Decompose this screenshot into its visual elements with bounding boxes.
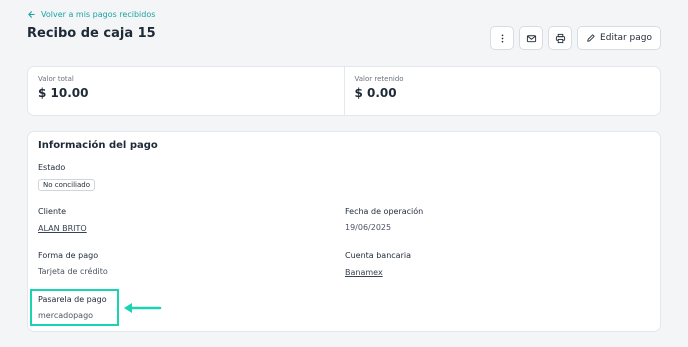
highlight-box [30,289,119,326]
edit-payment-button[interactable]: Editar pago [577,26,661,50]
more-vertical-icon [501,33,503,43]
summary-card: Valor total $ 10.00 Valor retenido $ 0.0… [27,66,661,116]
section-title: Información del pago [38,140,158,151]
retained-value: $ 0.00 [354,86,397,100]
forma-value: Tarjeta de crédito [38,267,108,276]
back-link[interactable]: Volver a mis pagos recibidos [27,10,155,19]
print-button[interactable] [548,26,573,50]
retained-cell: Valor retenido $ 0.00 [343,67,661,115]
more-options-button[interactable] [490,26,515,50]
cliente-field: Cliente ALAN BRITO [38,207,87,235]
pencil-icon [587,34,595,42]
total-label: Valor total [38,75,74,83]
total-cell: Valor total $ 10.00 [28,67,344,115]
toolbar: Editar pago [490,26,661,50]
back-link-label: Volver a mis pagos recibidos [41,10,156,19]
print-icon [555,33,565,43]
arrow-left-annotation-icon [124,303,162,313]
cuenta-field: Cuenta bancaria Banamex [345,251,411,279]
cliente-label: Cliente [38,207,67,216]
total-value: $ 10.00 [38,86,89,100]
fecha-label: Fecha de operación [345,207,424,216]
forma-label: Forma de pago [38,251,99,260]
edit-payment-label: Editar pago [600,33,652,43]
status-badge: No conciliado [38,179,96,191]
cuenta-label: Cuenta bancaria [345,251,411,260]
forma-field: Forma de pago Tarjeta de crédito [38,251,108,276]
estado-label: Estado [38,163,66,172]
retained-label: Valor retenido [354,75,404,83]
email-button[interactable] [519,26,544,50]
fecha-field: Fecha de operación 19/06/2025 [345,207,423,232]
mail-icon [526,34,536,42]
estado-field: Estado No conciliado [38,163,96,191]
page-title: Recibo de caja 15 [27,26,156,41]
cuenta-link[interactable]: Banamex [345,268,383,277]
fecha-value: 19/06/2025 [345,223,392,232]
arrow-left-icon [28,11,35,18]
cliente-link[interactable]: ALAN BRITO [38,224,87,233]
